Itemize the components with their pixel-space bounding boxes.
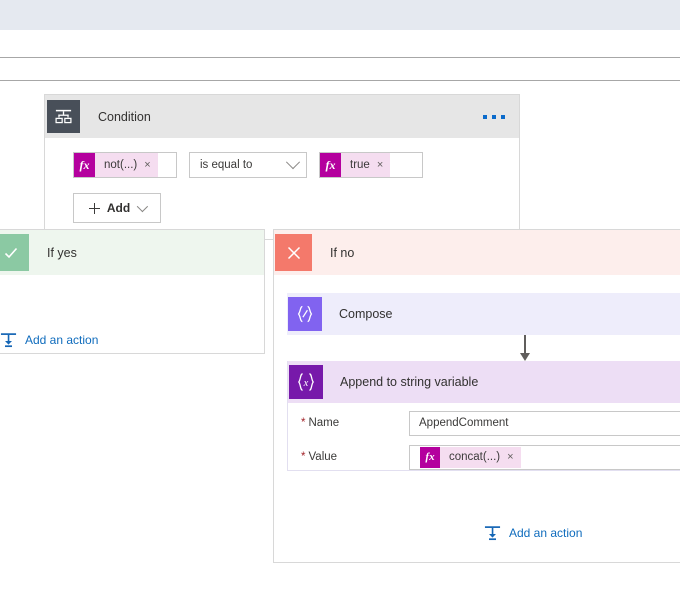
action-append-header[interactable]: x Append to string variable (288, 361, 680, 403)
add-condition-button[interactable]: Add (73, 193, 161, 223)
condition-operator-value: is equal to (200, 159, 253, 171)
token-text: not(...) (104, 159, 138, 171)
token-text: true (350, 159, 370, 171)
top-chrome-band (0, 0, 680, 30)
add-an-action-button-if-yes[interactable]: Add an action (0, 331, 98, 348)
condition-row: fx not(...) × is equal to fx true × (73, 152, 519, 178)
horizontal-divider-top (0, 57, 680, 58)
token-remove-icon[interactable]: × (144, 159, 150, 171)
add-an-action-label: Add an action (509, 525, 583, 540)
value-expression-token[interactable]: fx concat(...) × (420, 446, 521, 468)
plus-icon (88, 202, 100, 214)
add-an-action-label: Add an action (25, 332, 99, 347)
required-asterisk: * (301, 451, 306, 463)
ellipsis-dot (501, 114, 505, 119)
variable-braces-x-icon: x (289, 365, 323, 399)
branch-if-no-label: If no (330, 245, 355, 260)
action-compose-header[interactable]: Compose (287, 293, 680, 335)
value-token-pill[interactable]: concat(...) × (440, 446, 521, 468)
token-remove-icon[interactable]: × (507, 451, 513, 463)
connector-arrow-down (520, 335, 530, 361)
field-row-value: * Value fx concat(...) × (288, 443, 680, 471)
condition-branch-icon (47, 100, 80, 133)
add-action-icon (0, 331, 17, 348)
svg-text:x: x (303, 378, 309, 389)
field-label-text: Value (308, 451, 338, 463)
name-input[interactable]: AppendComment (409, 410, 680, 436)
compose-braces-icon (288, 297, 322, 331)
checkmark-icon (0, 234, 29, 271)
fx-icon: fx (74, 153, 95, 177)
add-condition-label: Add (106, 201, 131, 215)
name-input-value: AppendComment (419, 417, 509, 429)
field-row-name: * Name AppendComment (288, 409, 680, 437)
close-x-icon (275, 234, 312, 271)
action-append-title: Append to string variable (340, 375, 479, 389)
add-action-icon (484, 524, 501, 541)
add-an-action-button-if-no[interactable]: Add an action (484, 524, 582, 541)
chevron-down-icon (285, 155, 301, 170)
horizontal-divider-bottom (0, 80, 680, 81)
ellipsis-menu-icon[interactable] (483, 114, 505, 119)
value-input[interactable]: fx concat(...) × (409, 444, 680, 470)
token-remove-icon[interactable]: × (377, 159, 383, 171)
condition-left-operand-token[interactable]: not(...) × (95, 153, 158, 177)
required-asterisk: * (301, 417, 306, 429)
condition-card-header[interactable]: Condition (45, 95, 519, 138)
field-label-text: Name (308, 417, 340, 429)
action-card-append-to-string-variable[interactable]: x Append to string variable * Name Append… (287, 361, 680, 471)
ellipsis-dot (483, 114, 487, 119)
field-label-value: * Value (301, 451, 409, 463)
condition-card[interactable]: Condition fx not(...) × is equal to fx t… (44, 94, 520, 240)
branch-if-yes-header: If yes (0, 230, 264, 275)
condition-left-operand-field[interactable]: fx not(...) × (73, 152, 177, 178)
fx-icon: fx (320, 153, 341, 177)
branch-if-yes-label: If yes (47, 245, 77, 260)
field-label-name: * Name (301, 417, 409, 429)
ellipsis-dot (492, 114, 496, 119)
branch-if-no-header: If no (274, 230, 680, 275)
condition-right-operand-field[interactable]: fx true × (319, 152, 423, 178)
condition-operator-dropdown[interactable]: is equal to (189, 152, 307, 178)
condition-card-body: fx not(...) × is equal to fx true × Add (45, 138, 519, 239)
fx-icon: fx (420, 446, 440, 468)
condition-right-operand-token[interactable]: true × (341, 153, 391, 177)
action-card-compose[interactable]: Compose (287, 293, 680, 335)
condition-title: Condition (98, 109, 151, 124)
token-text: concat(...) (449, 451, 501, 463)
chevron-down-icon (136, 200, 149, 213)
action-compose-title: Compose (339, 307, 393, 321)
